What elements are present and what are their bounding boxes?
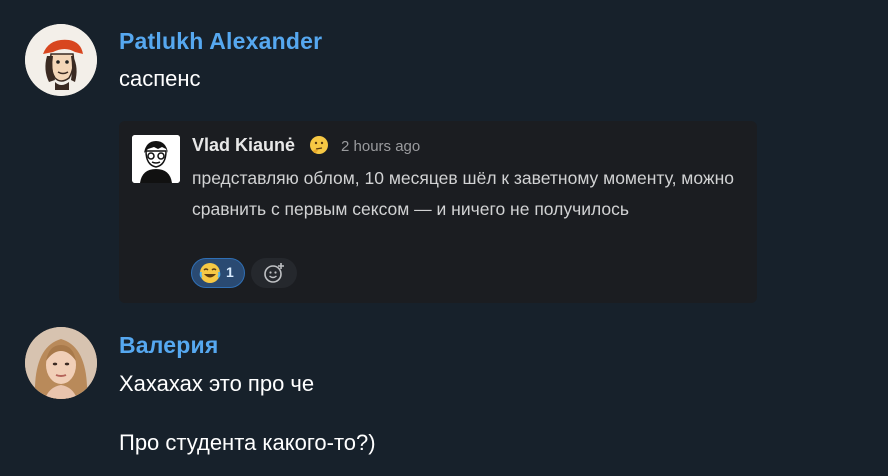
- message-text: саспенс: [119, 66, 201, 91]
- reaction-joy[interactable]: 1: [191, 258, 245, 288]
- message-text-line-1: Хахахах это про че: [119, 371, 315, 396]
- message-text-line-2: Про студента какого-то?): [119, 430, 376, 455]
- embed-timestamp: 2 hours ago: [341, 138, 421, 155]
- embedded-screenshot[interactable]: Vlad Kiaunė 2 hours ago представляю обло…: [119, 121, 757, 303]
- joy-icon: [199, 262, 221, 284]
- woman-photo-avatar-icon: [25, 327, 97, 399]
- thinking-face-icon: [309, 135, 329, 155]
- add-reaction-icon: [264, 263, 284, 283]
- cartoon-avatar-icon: [132, 135, 180, 183]
- embed-sender-name: Vlad Kiaunė: [192, 135, 296, 155]
- avatar[interactable]: [25, 24, 97, 96]
- reaction-count: 1: [226, 264, 234, 280]
- sender-name[interactable]: Patlukh Alexander: [119, 28, 322, 55]
- sender-name[interactable]: Валерия: [119, 332, 219, 359]
- pirate-avatar-icon: [25, 24, 97, 96]
- embed-message-text: представляю облом, 10 месяцев шёл к заве…: [192, 168, 734, 219]
- embed-avatar: [132, 135, 180, 183]
- avatar[interactable]: [25, 327, 97, 399]
- add-reaction-button[interactable]: [251, 258, 297, 288]
